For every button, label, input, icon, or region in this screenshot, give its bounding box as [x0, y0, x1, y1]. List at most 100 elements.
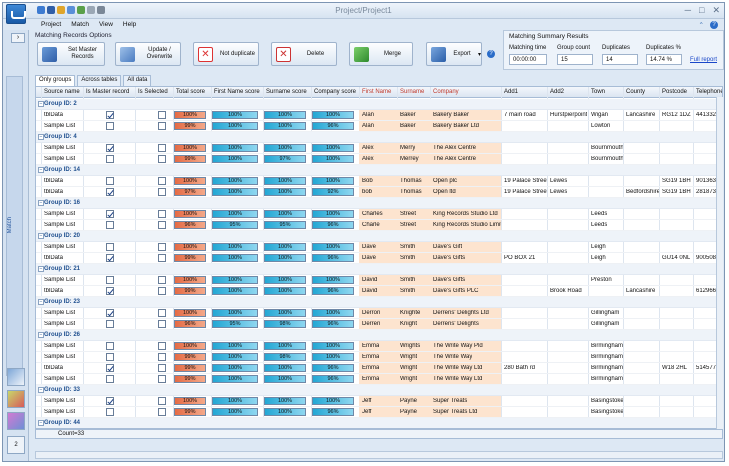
column-header[interactable]: Is Master record [86, 89, 129, 95]
cell-tw[interactable]: Birmingham [591, 365, 623, 371]
menu-match[interactable]: Match [71, 21, 89, 28]
cell-tw[interactable]: Leigh [591, 255, 606, 261]
cell-fn[interactable]: Charles [362, 211, 383, 217]
cell-fn[interactable]: David [362, 277, 377, 283]
cell-tw[interactable]: Basingstoke [591, 398, 623, 404]
cell-co[interactable]: The Write Way [433, 354, 472, 360]
cell-tw[interactable]: Preston [591, 277, 612, 283]
cell-sn[interactable]: Payne [400, 409, 417, 415]
cell-fn[interactable]: bob [362, 189, 372, 195]
cell-tw[interactable]: Leigh [591, 244, 606, 250]
cell-s[interactable]: Sample List [44, 156, 75, 162]
cell-a1[interactable]: 19 Palace Street [504, 178, 547, 184]
table-row[interactable]: tblData 100% 100% 100% 100% Alan Baker Bakery B… [36, 110, 722, 121]
cell-s[interactable]: Sample List [44, 310, 75, 316]
cell-fn[interactable]: Alex [362, 156, 374, 162]
column-header[interactable]: First Name score [214, 89, 260, 95]
column-header[interactable]: First Name [362, 89, 391, 95]
cell-tw[interactable]: Wigan [591, 112, 608, 118]
cell-s[interactable]: Sample List [44, 409, 75, 415]
selected-checkbox[interactable] [158, 287, 166, 295]
selected-checkbox[interactable] [158, 221, 166, 229]
master-record-checkbox[interactable] [106, 309, 114, 317]
master-record-checkbox[interactable] [106, 342, 114, 350]
cell-sn[interactable]: Smith [400, 277, 415, 283]
selected-checkbox[interactable] [158, 353, 166, 361]
selected-checkbox[interactable] [158, 210, 166, 218]
cell-a1[interactable]: 7 main road [504, 112, 536, 118]
cell-a2[interactable]: Brook Road [550, 288, 582, 294]
cell-pc[interactable]: GU14 0NL [662, 255, 690, 261]
cell-fn[interactable]: Charle [362, 222, 380, 228]
table-row[interactable]: Sample List 100% 100% 100% 100% Charles Street… [36, 209, 722, 220]
cell-co[interactable]: Super Treats Ltd [433, 409, 477, 415]
table-row[interactable]: Sample List 99% 100% 100% 96% Jeff Payne Super … [36, 407, 722, 418]
cell-tw[interactable]: Lowton [591, 123, 610, 129]
table-row[interactable]: Sample List 96% 95% 98% 96% Derren Knight Derre… [36, 319, 722, 330]
tab-only-groups[interactable]: Only groups [35, 75, 76, 86]
delete-button[interactable]: ✕ Delete [271, 42, 337, 66]
vertical-scrollbar[interactable] [716, 97, 723, 429]
column-header[interactable]: County [626, 89, 645, 95]
column-header[interactable]: Total score [176, 89, 205, 95]
selected-checkbox[interactable] [158, 111, 166, 119]
cell-sn[interactable]: Street [400, 211, 416, 217]
cell-fn[interactable]: Alan [362, 112, 374, 118]
master-record-checkbox[interactable] [106, 375, 114, 383]
column-header[interactable]: Surname [400, 89, 424, 95]
cell-sn[interactable]: Merrey [400, 156, 419, 162]
cell-s[interactable]: tblData [44, 112, 63, 118]
selected-checkbox[interactable] [158, 364, 166, 372]
cell-co[interactable]: King Records Studio Ltd [433, 211, 498, 217]
group-row[interactable]: − Group ID: 4 [36, 132, 722, 143]
cell-sn[interactable]: Knight [400, 321, 417, 327]
cell-sn[interactable]: Wright [400, 365, 417, 371]
selected-checkbox[interactable] [158, 144, 166, 152]
cell-tel[interactable]: 901363 [696, 178, 716, 184]
cell-fn[interactable]: Derren [362, 321, 380, 327]
master-record-checkbox[interactable] [106, 177, 114, 185]
table-row[interactable]: tblData 100% 100% 100% 100% Bob Thomas Open plc… [36, 176, 722, 187]
cell-co[interactable]: Derrens' Delights Ltd [433, 310, 489, 316]
table-row[interactable]: Sample List 99% 100% 100% 96% Alan Baker Bakery… [36, 121, 722, 132]
cell-s[interactable]: Sample List [44, 222, 75, 228]
selected-checkbox[interactable] [158, 320, 166, 328]
cell-sn[interactable]: Wright [400, 354, 417, 360]
cell-sn[interactable]: Knighte [400, 310, 420, 316]
cell-fn[interactable]: Emma [362, 365, 379, 371]
cell-tw[interactable]: Leeds [591, 222, 607, 228]
ribbon-collapse-icon[interactable]: ⌃ [699, 21, 704, 29]
cell-co[interactable]: King Records Studio Limited [433, 222, 501, 228]
group-row[interactable]: − Group ID: 21 [36, 264, 722, 275]
column-header[interactable]: Surname score [266, 89, 307, 95]
cell-tw[interactable]: Leeds [591, 211, 607, 217]
master-record-checkbox[interactable] [106, 122, 114, 130]
master-record-checkbox[interactable] [106, 111, 114, 119]
chart-icon[interactable] [7, 368, 25, 386]
selected-checkbox[interactable] [158, 276, 166, 284]
group-row[interactable]: − Group ID: 16 [36, 198, 722, 209]
master-record-checkbox[interactable] [106, 364, 114, 372]
group-row[interactable]: − Group ID: 20 [36, 231, 722, 242]
cell-co[interactable]: Dave's Gift [433, 244, 462, 250]
table-row[interactable]: Sample List 99% 100% 100% 96% Emma Wright The W… [36, 374, 722, 385]
export-button[interactable]: Export ▾ [426, 42, 482, 66]
cell-sn[interactable]: Smith [400, 288, 415, 294]
cell-s[interactable]: Sample List [44, 145, 75, 151]
selected-checkbox[interactable] [158, 342, 166, 350]
cell-fn[interactable]: Bob [362, 178, 373, 184]
cell-co[interactable]: Super Treats [433, 398, 467, 404]
cell-co[interactable]: The Write Way Ltd [433, 376, 482, 382]
column-header[interactable]: Company [433, 89, 459, 95]
master-record-checkbox[interactable] [106, 155, 114, 163]
cell-sn[interactable]: Smith [400, 255, 415, 261]
cell-s[interactable]: Sample List [44, 398, 75, 404]
cell-pc[interactable]: SG19 1BH [662, 189, 691, 195]
cell-co[interactable]: The Write Way Pld [433, 343, 483, 349]
cell-fn[interactable]: Jeff [362, 398, 372, 404]
cell-tw[interactable]: Gillingham [591, 310, 619, 316]
cell-sn[interactable]: Wrights [400, 343, 420, 349]
cell-fn[interactable]: Emma [362, 376, 379, 382]
minimize-icon[interactable]: ─ [685, 5, 691, 16]
merge-button[interactable]: Merge [349, 42, 413, 66]
